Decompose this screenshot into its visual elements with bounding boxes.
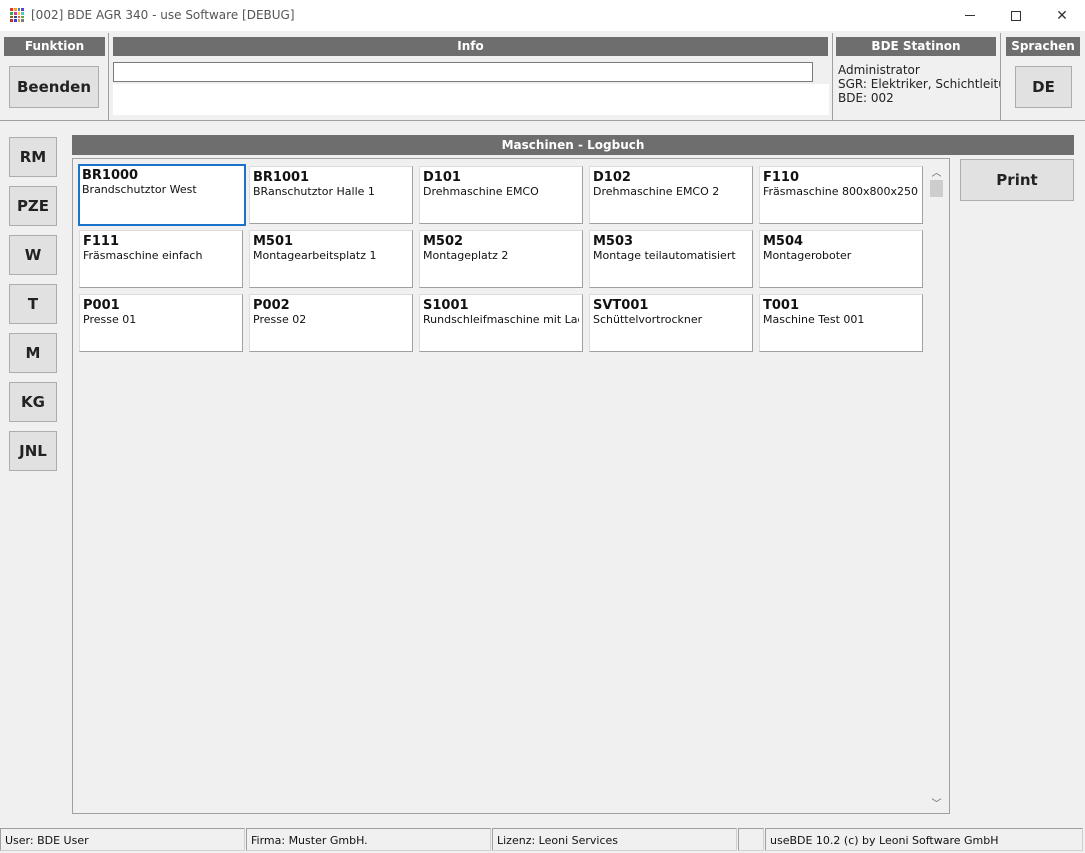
nav-m-button[interactable]: M (9, 333, 57, 373)
machine-name: Montageroboter (763, 249, 852, 262)
sprachen-header: Sprachen (1006, 37, 1080, 56)
station-group: SGR: Elektriker, Schichtleitun (838, 77, 1000, 91)
machine-code: D101 (423, 170, 461, 185)
status-bar: User: BDE User Firma: Muster GmbH. Lizen… (0, 827, 1085, 853)
machine-tile[interactable]: D101 Drehmaschine EMCO (419, 166, 583, 224)
machine-code: BR1000 (82, 168, 139, 183)
station-bde: BDE: 002 (838, 91, 894, 105)
info-input[interactable] (113, 62, 813, 82)
machine-tile[interactable]: SVT001 Schüttelvortrockner (589, 294, 753, 352)
divider (108, 33, 109, 120)
machine-code: S1001 (423, 298, 469, 313)
divider (1000, 33, 1001, 120)
machine-name: Fräsmaschine 800x800x250 (763, 185, 919, 198)
nav-kg-button[interactable]: KG (9, 382, 57, 422)
window-title: [002] BDE AGR 340 - use Software [DEBUG] (31, 8, 295, 22)
status-lizenz: Lizenz: Leoni Services (492, 828, 737, 851)
machine-tile[interactable]: P001 Presse 01 (79, 294, 243, 352)
status-empty (738, 828, 764, 851)
machine-name: BRanschutztor Halle 1 (253, 185, 375, 198)
close-icon: ✕ (1056, 7, 1068, 24)
machine-tile[interactable]: M501 Montagearbeitsplatz 1 (249, 230, 413, 288)
machine-code: M501 (253, 234, 294, 249)
info-header: Info (113, 37, 828, 56)
divider (832, 33, 833, 120)
machine-name: Rundschleifmaschine mit Lad (423, 313, 579, 326)
beenden-button[interactable]: Beenden (9, 66, 99, 108)
machine-tile[interactable]: BR1001 BRanschutztor Halle 1 (249, 166, 413, 224)
title-bar: [002] BDE AGR 340 - use Software [DEBUG]… (0, 0, 1085, 31)
nav-pze-button[interactable]: PZE (9, 186, 57, 226)
maximize-icon (1011, 10, 1021, 21)
machine-name: Fräsmaschine einfach (83, 249, 203, 262)
machine-tile[interactable]: D102 Drehmaschine EMCO 2 (589, 166, 753, 224)
maximize-button[interactable] (993, 0, 1039, 31)
funktion-header: Funktion (4, 37, 105, 56)
app-icon (10, 8, 24, 22)
nav-jnl-button[interactable]: JNL (9, 431, 57, 471)
machine-tile[interactable]: F111 Fräsmaschine einfach (79, 230, 243, 288)
grid-scrollbar[interactable]: ︿ ﹀ (928, 163, 945, 810)
close-button[interactable]: ✕ (1039, 0, 1085, 31)
machine-code: D102 (593, 170, 631, 185)
scroll-thumb[interactable] (930, 180, 943, 197)
info-message-area (113, 84, 829, 115)
machine-tile[interactable]: S1001 Rundschleifmaschine mit Lad (419, 294, 583, 352)
machine-tile[interactable]: M502 Montageplatz 2 (419, 230, 583, 288)
machine-code: M503 (593, 234, 634, 249)
machine-name: Brandschutztor West (82, 183, 197, 196)
station-user: Administrator (838, 63, 920, 77)
station-info: Administrator SGR: Elektriker, Schichtle… (838, 63, 1000, 105)
status-version: useBDE 10.2 (c) by Leoni Software GmbH (765, 828, 1083, 851)
machine-tile[interactable]: T001 Maschine Test 001 (759, 294, 923, 352)
status-user: User: BDE User (0, 828, 245, 851)
machine-tile[interactable]: BR1000 Brandschutztor West (78, 164, 246, 226)
status-firma: Firma: Muster GmbH. (246, 828, 491, 851)
machine-name: Maschine Test 001 (763, 313, 865, 326)
machine-code: F111 (83, 234, 120, 249)
machine-code: SVT001 (593, 298, 649, 313)
machine-name: Presse 02 (253, 313, 307, 326)
scroll-up-icon[interactable]: ︿ (928, 165, 945, 179)
machine-code: M502 (423, 234, 464, 249)
machine-code: M504 (763, 234, 804, 249)
top-panel-divider (0, 120, 1085, 121)
machine-tile[interactable]: M504 Montageroboter (759, 230, 923, 288)
machine-name: Montage teilautomatisiert (593, 249, 736, 262)
logbuch-header: Maschinen - Logbuch (72, 135, 1074, 155)
machine-name: Drehmaschine EMCO 2 (593, 185, 720, 198)
nav-w-button[interactable]: W (9, 235, 57, 275)
machine-code: BR1001 (253, 170, 310, 185)
machine-tile[interactable]: F110 Fräsmaschine 800x800x250 (759, 166, 923, 224)
machine-code: F110 (763, 170, 800, 185)
machine-name: Montagearbeitsplatz 1 (253, 249, 377, 262)
minimize-icon (965, 15, 975, 16)
machine-code: P001 (83, 298, 120, 313)
minimize-button[interactable] (947, 0, 993, 31)
station-header: BDE Statinon (836, 37, 996, 56)
machine-name: Drehmaschine EMCO (423, 185, 539, 198)
machine-tile[interactable]: M503 Montage teilautomatisiert (589, 230, 753, 288)
language-button[interactable]: DE (1015, 66, 1072, 108)
nav-t-button[interactable]: T (9, 284, 57, 324)
nav-rm-button[interactable]: RM (9, 137, 57, 177)
machine-code: P002 (253, 298, 290, 313)
scroll-down-icon[interactable]: ﹀ (928, 796, 945, 810)
machine-name: Presse 01 (83, 313, 137, 326)
machine-tile[interactable]: P002 Presse 02 (249, 294, 413, 352)
machine-code: T001 (763, 298, 800, 313)
machine-name: Schüttelvortrockner (593, 313, 703, 326)
print-button[interactable]: Print (960, 159, 1074, 201)
machine-name: Montageplatz 2 (423, 249, 509, 262)
